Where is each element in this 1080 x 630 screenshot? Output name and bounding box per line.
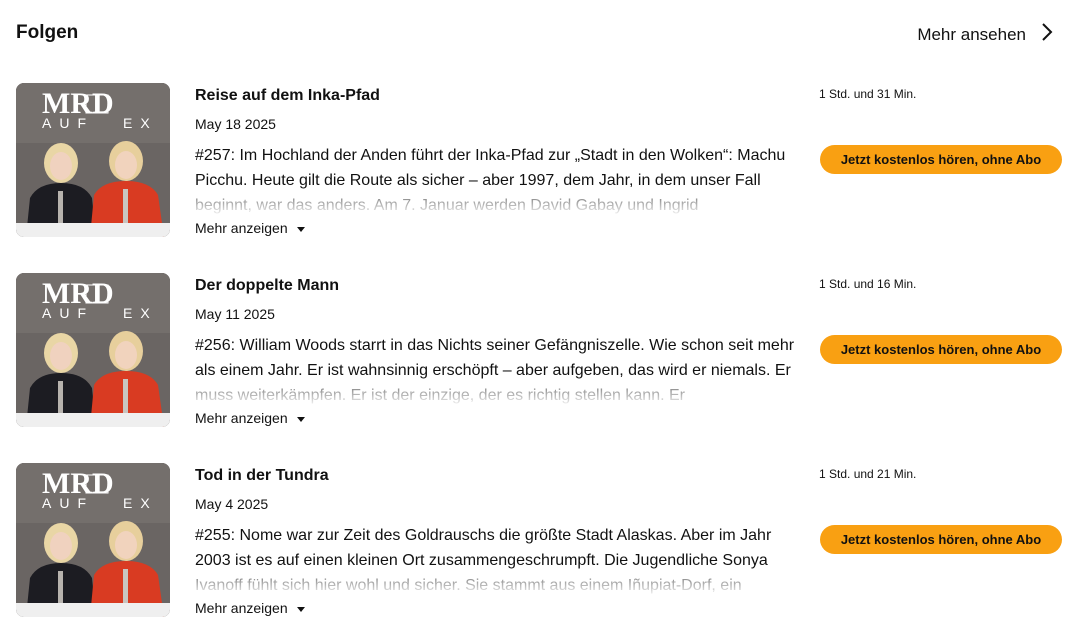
cover-logo-bottom-right: EX: [123, 305, 158, 321]
caret-down-icon: [296, 417, 305, 422]
episode-description: #257: Im Hochland der Anden führt der In…: [195, 143, 800, 215]
episode-item: MRD AUF EX Tod in der Tundra May 4 2025 …: [0, 463, 1080, 623]
description-fade: [195, 191, 800, 215]
episode-date: May 11 2025: [195, 306, 275, 322]
caret-down-icon: [296, 607, 305, 612]
cover-logo-bottom-right: EX: [123, 495, 158, 511]
listen-free-button[interactable]: Jetzt kostenlos hören, ohne Abo: [820, 335, 1062, 364]
episode-cover-image[interactable]: MRD AUF EX: [16, 463, 170, 617]
listen-free-button[interactable]: Jetzt kostenlos hören, ohne Abo: [820, 145, 1062, 174]
episode-duration: 1 Std. und 31 Min.: [819, 87, 917, 101]
show-more-button[interactable]: Mehr anzeigen: [195, 220, 305, 236]
description-fade: [195, 381, 800, 405]
episode-description: #256: William Woods starrt in das Nichts…: [195, 333, 800, 405]
cover-logo-bottom-left: AUF: [42, 115, 94, 131]
show-more-button[interactable]: Mehr anzeigen: [195, 410, 305, 426]
show-more-label: Mehr anzeigen: [195, 410, 288, 426]
cover-logo-bottom-left: AUF: [42, 305, 94, 321]
episode-title[interactable]: Reise auf dem Inka-Pfad: [195, 87, 380, 105]
episode-cover-image[interactable]: MRD AUF EX: [16, 273, 170, 427]
see-more-link[interactable]: Mehr ansehen: [917, 22, 1054, 47]
episode-date: May 4 2025: [195, 496, 269, 512]
caret-down-icon: [296, 227, 305, 232]
cover-logo-bottom-right: EX: [123, 115, 158, 131]
episode-cover-image[interactable]: MRD AUF EX: [16, 83, 170, 237]
show-more-button[interactable]: Mehr anzeigen: [195, 600, 305, 616]
show-more-label: Mehr anzeigen: [195, 600, 288, 616]
episode-item: MRD AUF EX Der doppelte Mann May 11 2025…: [0, 273, 1080, 433]
chevron-right-icon: [1040, 22, 1054, 47]
episode-title[interactable]: Der doppelte Mann: [195, 277, 339, 295]
page-title: Folgen: [16, 22, 79, 43]
episode-duration: 1 Std. und 21 Min.: [819, 467, 917, 481]
listen-free-button[interactable]: Jetzt kostenlos hören, ohne Abo: [820, 525, 1062, 554]
episode-title[interactable]: Tod in der Tundra: [195, 467, 329, 485]
show-more-label: Mehr anzeigen: [195, 220, 288, 236]
episode-duration: 1 Std. und 16 Min.: [819, 277, 917, 291]
episode-item: MRD AUF EX Reise auf dem Inka-Pfad May 1…: [0, 83, 1080, 243]
episode-date: May 18 2025: [195, 116, 276, 132]
see-more-label: Mehr ansehen: [917, 24, 1026, 44]
episode-description: #255: Nome war zur Zeit des Goldrauschs …: [195, 523, 800, 595]
cover-logo-bottom-left: AUF: [42, 495, 94, 511]
description-fade: [195, 571, 800, 595]
